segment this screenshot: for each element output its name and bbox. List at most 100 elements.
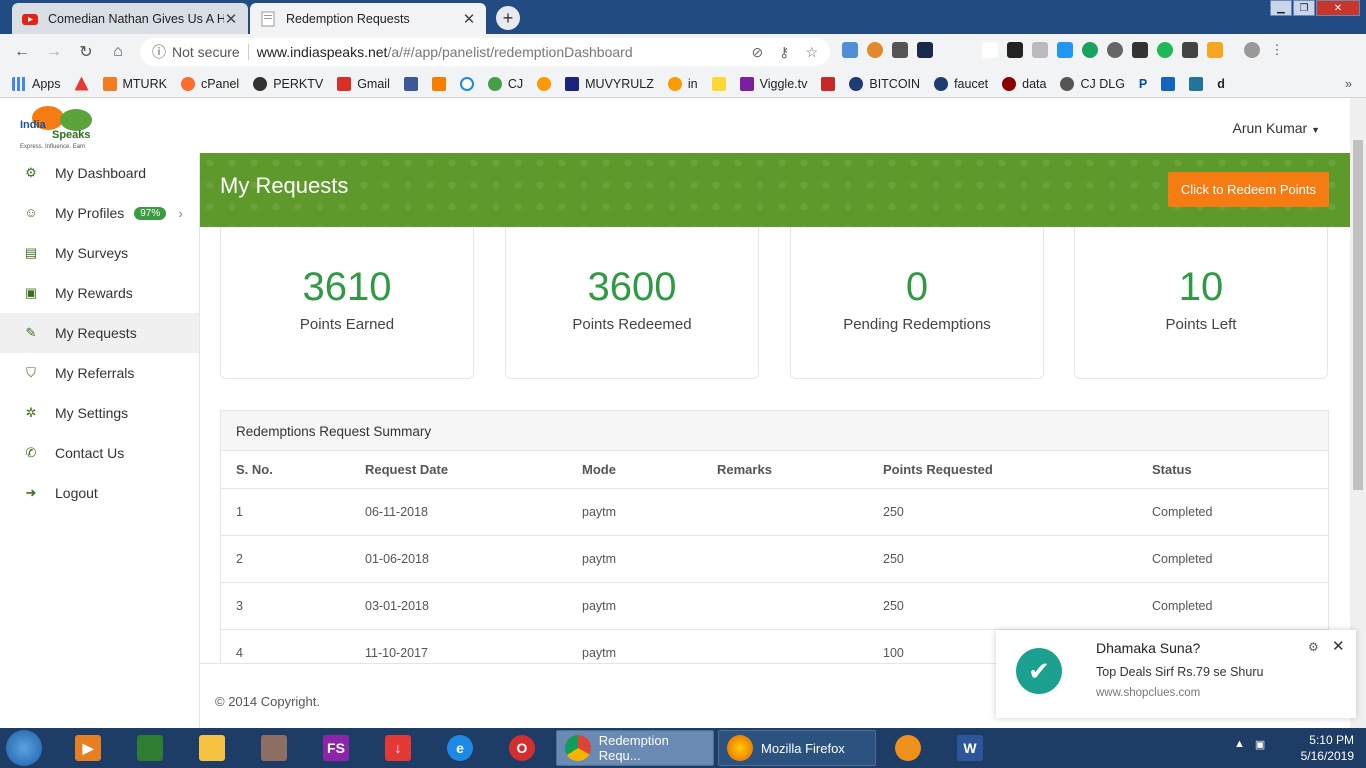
taskbar-fs[interactable]: FS (312, 731, 360, 765)
download-icon[interactable] (1132, 42, 1148, 58)
close-tab-icon[interactable]: ✕ (224, 10, 238, 28)
extension-icon[interactable] (1032, 42, 1048, 58)
column-header[interactable]: S. No. (221, 451, 365, 489)
sidebar-item-rewards[interactable]: ▣ My Rewards (0, 273, 199, 313)
sidebar-item-logout[interactable]: ➜ Logout (0, 473, 199, 513)
bookmarks-overflow-button[interactable]: » (1345, 77, 1352, 91)
bookmark-item[interactable] (431, 76, 446, 91)
extension-icon[interactable] (867, 42, 883, 58)
extension-icon[interactable] (892, 42, 908, 58)
bookmark-item[interactable] (821, 76, 836, 91)
column-header[interactable]: Request Date (365, 451, 582, 489)
extension-icon[interactable] (1182, 42, 1198, 58)
tray-app-icon[interactable]: ▣ (1255, 738, 1265, 751)
bookmark-faucet[interactable]: faucet (934, 76, 988, 91)
bookmark-viggle[interactable]: Viggle.tv (739, 76, 807, 91)
taskbar-media-player[interactable]: ▶ (64, 731, 112, 765)
show-hidden-icons[interactable]: ▲ (1234, 738, 1245, 751)
extension-icon[interactable] (917, 42, 933, 58)
key-icon[interactable] (1207, 42, 1223, 58)
taskbar-app[interactable] (884, 731, 932, 765)
taskbar-app[interactable] (126, 731, 174, 765)
info-icon[interactable]: ⓘ (152, 42, 166, 62)
bookmark-item[interactable] (459, 76, 474, 91)
bookmark-cj-dlg[interactable]: CJ DLG (1060, 76, 1125, 91)
sidebar-item-dashboard[interactable]: ⚙ My Dashboard (0, 153, 199, 193)
reload-icon[interactable]: ↻ (70, 36, 102, 68)
menu-icon[interactable]: ⋮ (1269, 42, 1285, 58)
bookmark-item[interactable] (1161, 76, 1176, 91)
column-header[interactable]: Remarks (717, 451, 883, 489)
clock[interactable]: 5:10 PM 5/16/2019 (1301, 732, 1354, 764)
taskbar-app[interactable] (250, 731, 298, 765)
taskbar-window-firefox[interactable]: Mozilla Firefox (718, 730, 876, 766)
bookmark-perktv[interactable]: PERKTV (253, 76, 323, 91)
taskbar-downloader[interactable]: ↓ (374, 731, 422, 765)
sidebar-item-contact[interactable]: ✆ Contact Us (0, 433, 199, 473)
bookmark-bitcoin[interactable]: BITCOIN (849, 76, 920, 91)
extension-icon[interactable] (1057, 42, 1073, 58)
bookmark-gmail[interactable]: Gmail (337, 76, 390, 91)
bookmark-cpanel[interactable]: cPanel (180, 76, 239, 91)
bookmark-item[interactable] (537, 76, 552, 91)
bookmark-apps[interactable]: Apps (12, 76, 61, 91)
scrollbar-thumb[interactable] (1353, 140, 1363, 490)
extension-icon[interactable] (982, 42, 998, 58)
amazon-icon (667, 76, 682, 91)
sidebar-item-surveys[interactable]: ▤ My Surveys (0, 233, 199, 273)
bookmark-muvyrulz[interactable]: MUVYRULZ (565, 76, 654, 91)
maximize-button[interactable]: ❐ (1293, 0, 1315, 16)
taskbar-window-chrome[interactable]: Redemption Requ... (556, 730, 714, 766)
push-notification[interactable]: ✔ Dhamaka Suna? Top Deals Sirf Rs.79 se … (996, 630, 1356, 718)
bookmark-item[interactable] (711, 76, 726, 91)
back-icon[interactable]: ← (6, 36, 38, 68)
sidebar-item-settings[interactable]: ✲ My Settings (0, 393, 199, 433)
taskbar-explorer[interactable] (188, 731, 236, 765)
key-icon[interactable]: ⚷ (779, 44, 789, 61)
taskbar-ie[interactable]: e (436, 731, 484, 765)
bookmark-mturk[interactable]: MTURK (102, 76, 167, 91)
extension-icon[interactable] (1107, 42, 1123, 58)
extension-icon[interactable] (842, 42, 858, 58)
taskbar-opera[interactable]: O (498, 731, 546, 765)
sidebar-item-requests[interactable]: ✎ My Requests (0, 313, 199, 353)
bookmark-item[interactable] (74, 76, 89, 91)
column-header[interactable]: Points Requested (883, 451, 1152, 489)
taskbar-word[interactable]: W (946, 731, 994, 765)
bookmark-amazon-in[interactable]: in (667, 76, 698, 91)
home-icon[interactable]: ⌂ (102, 36, 134, 68)
tab-youtube[interactable]: Comedian Nathan Gives Us A Hil ✕ (12, 3, 248, 34)
bookmark-cj[interactable]: CJ (487, 76, 523, 91)
column-header[interactable]: Status (1152, 451, 1328, 489)
bookmark-d[interactable]: d (1217, 77, 1225, 91)
stat-value: 3600 (587, 265, 677, 309)
user-menu[interactable]: Arun Kumar ▼ (1232, 120, 1320, 136)
forward-icon[interactable]: → (38, 36, 70, 68)
close-icon[interactable]: ✕ (1332, 637, 1345, 655)
column-header[interactable]: Mode (582, 451, 717, 489)
redeem-points-button[interactable]: Click to Redeem Points (1167, 172, 1329, 207)
extension-icon[interactable] (1082, 42, 1098, 58)
india-speaks-logo[interactable]: India Speaks Express. Influence. Earn (18, 102, 118, 150)
bookmark-p[interactable]: P (1139, 77, 1147, 91)
star-icon[interactable]: ☆ (805, 44, 818, 61)
extension-icon[interactable] (1244, 42, 1260, 58)
translate-icon[interactable]: ⊘ (751, 44, 763, 61)
gear-icon[interactable]: ⚙ (1308, 640, 1319, 654)
close-tab-icon[interactable]: ✕ (462, 10, 476, 28)
extension-icon[interactable] (1007, 42, 1023, 58)
extension-icon[interactable] (1157, 42, 1173, 58)
tab-redemption-requests[interactable]: Redemption Requests ✕ (250, 3, 486, 34)
bookmark-item[interactable] (403, 76, 418, 91)
bookmark-item[interactable] (1189, 76, 1204, 91)
bookmark-data[interactable]: data (1002, 76, 1046, 91)
minimize-button[interactable]: ▁ (1270, 0, 1292, 16)
sidebar-item-profiles[interactable]: ☺ My Profiles 97% › (0, 193, 199, 233)
close-window-button[interactable]: ✕ (1316, 0, 1360, 16)
new-tab-button[interactable]: + (496, 6, 520, 30)
start-button[interactable] (6, 730, 42, 766)
address-bar[interactable]: ⓘ Not secure www.indiaspeaks.net/a/#/app… (140, 38, 830, 66)
url-path: /a/#/app/panelist/redemptionDashboard (387, 44, 633, 60)
bookmark-icon (1002, 76, 1017, 91)
sidebar-item-referrals[interactable]: ⛉ My Referrals (0, 353, 199, 393)
